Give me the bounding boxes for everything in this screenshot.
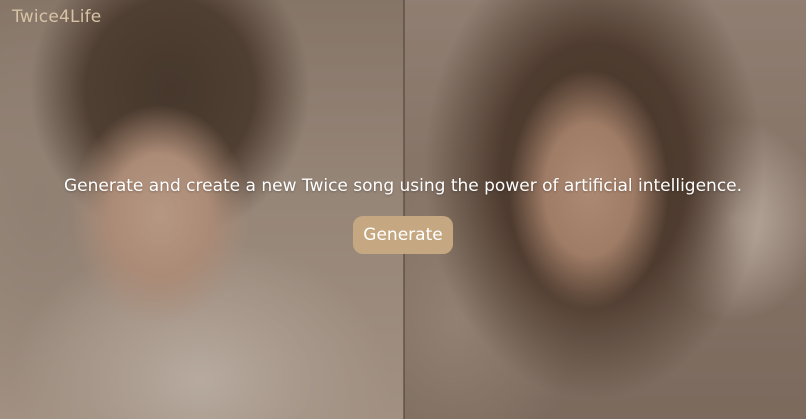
brand-logo[interactable]: Twice4Life [12,7,101,27]
generate-button[interactable]: Generate [353,216,453,254]
hero-description: Generate and create a new Twice song usi… [63,176,743,196]
background-overlay [0,0,806,419]
page: Twice4Life Generate and create a new Twi… [0,0,806,419]
